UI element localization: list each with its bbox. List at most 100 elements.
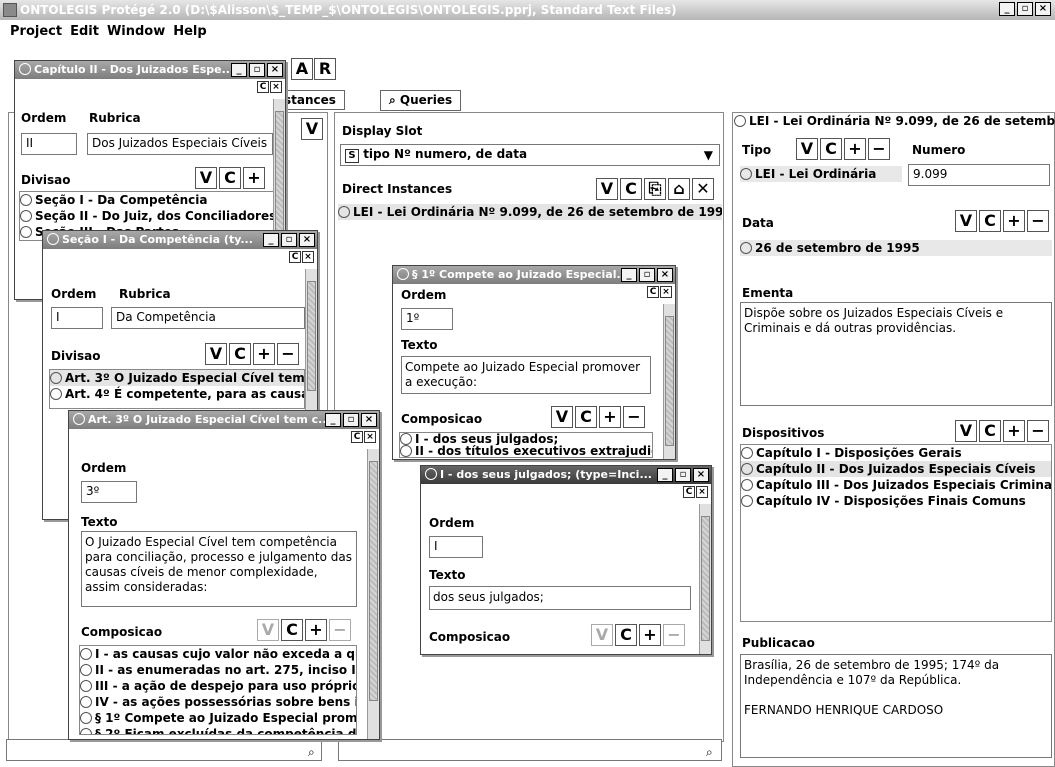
view-instance-button[interactable]: V [596,178,618,200]
close-icon[interactable]: × [657,268,673,282]
tipo-remove-button[interactable]: − [868,138,890,160]
maximize-icon[interactable]: ▫ [675,468,691,482]
list-item[interactable]: I - as causas cujo valor não exceda a qu… [80,646,356,662]
create-button[interactable]: C [219,167,241,189]
create-button[interactable]: C [615,624,637,646]
menu-help[interactable]: Help [173,24,206,39]
data-value[interactable]: 26 de setembro de 1995 [740,240,1052,256]
window-title-bar[interactable]: I - dos seus julgados; (type=Inci... _ ▫ × [421,466,711,484]
class-search-binoculars-icon[interactable]: ⌕ [308,745,315,760]
instance-search-binoculars-icon[interactable]: ⌕ [706,745,713,760]
view-button[interactable]: V [591,624,613,646]
close-icon[interactable]: × [299,233,315,247]
data-view-button[interactable]: V [955,210,977,232]
list-item[interactable]: Capítulo IV - Disposições Finais Comuns [741,493,1051,509]
list-item[interactable]: Capítulo I - Disposições Gerais [741,445,1051,461]
c-button[interactable]: C [257,81,269,93]
dispositivos-view-button[interactable]: V [955,420,977,442]
close-icon[interactable]: × [1035,2,1051,16]
close-small-icon[interactable]: × [270,81,282,93]
minimize-icon[interactable]: _ [999,2,1015,16]
c-button[interactable]: C [289,251,301,263]
texto-textarea[interactable]: O Juizado Especial Cível tem competência… [81,531,357,607]
data-create-button[interactable]: C [979,210,1001,232]
ementa-textarea[interactable]: Dispõe sobre os Juizados Especiais Cívei… [740,302,1052,406]
remove-button[interactable]: − [623,406,645,428]
home-icon[interactable]: ⌂ [668,178,690,200]
class-view-button[interactable]: V [301,118,323,140]
list-item[interactable]: Art. 4º É competente, para as causas pr [50,386,304,402]
view-button[interactable]: V [205,343,227,365]
scroll-thumb[interactable] [665,316,674,446]
tipo-create-button[interactable]: C [820,138,842,160]
copy-icon[interactable]: ⎘ [644,178,666,200]
scroll-thumb[interactable] [275,111,284,231]
dispositivos-add-button[interactable]: + [1003,420,1025,442]
list-item[interactable]: § 1º Compete ao Juizado Especial promove… [80,710,356,726]
create-button[interactable]: C [281,619,303,641]
instance-search-field[interactable] [338,739,722,761]
remove-button[interactable]: − [663,624,685,646]
c-button[interactable]: C [647,286,659,298]
c-button[interactable]: C [351,431,363,443]
ordem-field[interactable]: I [51,307,103,329]
close-icon[interactable]: × [361,413,377,427]
list-item[interactable]: Capítulo III - Dos Juizados Especiais Cr… [741,477,1051,493]
texto-textarea[interactable]: dos seus julgados; [429,586,691,610]
minimize-icon[interactable]: _ [325,413,341,427]
list-item[interactable]: I - dos seus julgados; [400,433,652,445]
toolbar-a-button[interactable]: A [291,58,313,80]
c-button[interactable]: C [683,486,695,498]
add-button[interactable]: + [639,624,661,646]
minimize-icon[interactable]: _ [621,268,637,282]
view-button[interactable]: V [257,619,279,641]
scroll-thumb[interactable] [307,281,316,391]
add-button[interactable]: + [305,619,327,641]
list-item[interactable]: III - a ação de despejo para uso próprio… [80,678,356,694]
scrollbar[interactable] [663,304,675,459]
tab-queries[interactable]: ⌕ Queries [380,90,462,111]
maximize-icon[interactable]: ▫ [281,233,297,247]
add-button[interactable]: + [253,343,275,365]
maximize-icon[interactable]: ▫ [639,268,655,282]
maximize-icon[interactable]: ▫ [343,413,359,427]
close-small-icon[interactable]: × [302,251,314,263]
list-item[interactable]: Art. 3º O Juizado Especial Cível tem con [50,370,304,386]
tipo-value[interactable]: LEI - Lei Ordinária [740,166,902,182]
list-item[interactable]: II - as enumeradas no art. 275, inciso I… [80,662,356,678]
ordem-field[interactable]: I [429,536,483,558]
create-button[interactable]: C [229,343,251,365]
list-item[interactable]: Seção II - Do Juiz, dos Conciliadores e [20,208,274,224]
tipo-add-button[interactable]: + [844,138,866,160]
menu-window[interactable]: Window [107,24,165,39]
maximize-icon[interactable]: ▫ [1017,2,1033,16]
list-item[interactable]: Seção I - Da Competência [20,192,274,208]
list-item[interactable]: Capítulo II - Dos Juizados Especiais Cív… [741,461,1051,477]
list-item[interactable]: II - dos títulos executivos extrajudicia… [400,445,652,457]
window-title-bar[interactable]: Seção I - Da Competência (ty... _ ▫ × [43,231,317,249]
close-icon[interactable]: × [693,468,709,482]
create-instance-button[interactable]: C [620,178,642,200]
scroll-thumb[interactable] [701,516,710,641]
add-button[interactable]: + [243,167,265,189]
menu-project[interactable]: Project [10,24,62,39]
toolbar-r-button[interactable]: R [314,58,336,80]
dispositivos-create-button[interactable]: C [979,420,1001,442]
list-item[interactable]: IV - as ações possessórias sobre bens im… [80,694,356,710]
dispositivos-remove-button[interactable]: − [1027,420,1049,442]
scroll-thumb[interactable] [369,461,378,701]
close-small-icon[interactable]: × [660,286,672,298]
view-button[interactable]: V [195,167,217,189]
list-item[interactable]: § 2º Ficam excluídas da competência do J… [80,726,356,734]
remove-button[interactable]: − [329,619,351,641]
delete-icon[interactable]: ✕ [692,178,714,200]
create-button[interactable]: C [575,406,597,428]
data-add-button[interactable]: + [1003,210,1025,232]
display-slot-select[interactable]: S tipo Nº numero, de data ▼ [340,144,720,166]
tipo-view-button[interactable]: V [796,138,818,160]
ordem-field[interactable]: II [21,133,77,155]
publicacao-textarea[interactable]: Brasília, 26 de setembro de 1995; 174º d… [740,654,1052,758]
close-small-icon[interactable]: × [696,486,708,498]
close-small-icon[interactable]: × [364,431,376,443]
class-search-field[interactable] [6,739,322,761]
